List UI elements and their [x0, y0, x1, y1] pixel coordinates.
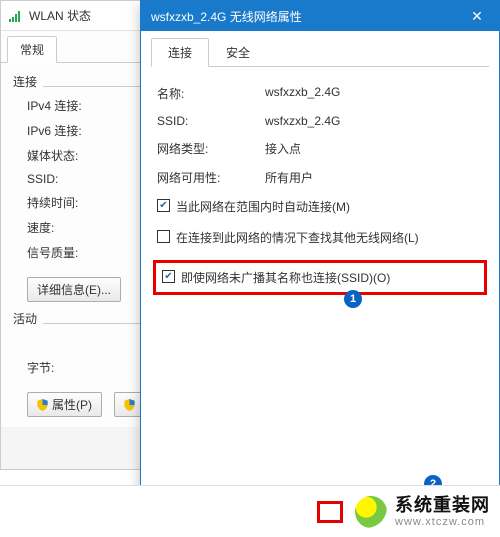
checkbox-hiddenssid[interactable] [162, 270, 175, 283]
label-media: 媒体状态: [27, 147, 103, 164]
watermark-logo-icon [355, 496, 387, 528]
shield-icon [124, 399, 135, 411]
prop-nettype-value: 接入点 [265, 140, 301, 157]
wireless-properties-title: wsfxzxb_2.4G 无线网络属性 [151, 8, 302, 25]
details-button[interactable]: 详细信息(E)... [27, 277, 121, 302]
watermark-bar: 系统重装网 www.xtczw.com [0, 485, 500, 537]
shield-icon [37, 399, 48, 411]
prop-availability: 网络可用性: 所有用户 [157, 169, 483, 186]
watermark-text: 系统重装网 www.xtczw.com [395, 495, 490, 528]
label-ipv4: IPv4 连接: [27, 97, 103, 114]
prop-name-value: wsfxzxb_2.4G [265, 85, 340, 102]
label-ssid: SSID: [27, 172, 103, 186]
prop-name-label: 名称: [157, 85, 265, 102]
checkbox-autoconnect-label: 当此网络在范围内时自动连接(M) [176, 198, 350, 215]
tab-connection[interactable]: 连接 [151, 38, 209, 67]
prop-availability-label: 网络可用性: [157, 169, 265, 186]
close-icon: ✕ [471, 8, 483, 25]
tab-security[interactable]: 安全 [209, 38, 267, 67]
checkbox-lookother[interactable] [157, 230, 170, 243]
prop-name: 名称: wsfxzxb_2.4G [157, 85, 483, 102]
checkbox-autoconnect-row[interactable]: 当此网络在范围内时自动连接(M) [157, 198, 483, 215]
checkbox-lookother-label: 在连接到此网络的情况下查找其他无线网络(L) [176, 229, 419, 246]
label-signal: 信号质量: [27, 244, 103, 261]
prop-ssid: SSID: wsfxzxb_2.4G [157, 114, 483, 128]
prop-nettype: 网络类型: 接入点 [157, 140, 483, 157]
prop-availability-value: 所有用户 [265, 169, 313, 186]
label-duration: 持续时间: [27, 194, 103, 211]
wlan-status-title: WLAN 状态 [29, 7, 91, 24]
watermark-main: 系统重装网 [395, 495, 490, 516]
wireless-properties-body: 连接 安全 名称: wsfxzxb_2.4G SSID: wsfxzxb_2.4… [141, 31, 499, 311]
checkbox-hiddenssid-label: 即使网络未广播其名称也连接(SSID)(O) [181, 269, 390, 286]
watermark-sub: www.xtczw.com [395, 516, 490, 529]
label-speed: 速度: [27, 219, 103, 236]
wireless-properties-window: wsfxzxb_2.4G 无线网络属性 ✕ 连接 安全 名称: wsfxzxb_… [140, 0, 500, 528]
checkbox-hiddenssid-row[interactable]: 即使网络未广播其名称也连接(SSID)(O) [162, 269, 478, 286]
label-bytes: 字节: [27, 359, 103, 376]
checkbox-lookother-row[interactable]: 在连接到此网络的情况下查找其他无线网络(L) [157, 229, 483, 246]
prop-nettype-label: 网络类型: [157, 140, 265, 157]
properties-button-label: 属性(P) [52, 396, 92, 413]
properties-button[interactable]: 属性(P) [27, 392, 102, 417]
label-ipv6: IPv6 连接: [27, 122, 103, 139]
checkbox-autoconnect[interactable] [157, 199, 170, 212]
wireless-properties-titlebar: wsfxzxb_2.4G 无线网络属性 ✕ [141, 1, 499, 31]
prop-ssid-label: SSID: [157, 114, 265, 128]
annotation-badge-1: 1 [344, 290, 362, 308]
wireless-properties-tabs: 连接 安全 [151, 37, 489, 67]
tab-general[interactable]: 常规 [7, 36, 57, 63]
prop-ssid-value: wsfxzxb_2.4G [265, 114, 340, 128]
details-button-label: 详细信息(E)... [37, 281, 111, 298]
wifi-signal-icon [9, 10, 23, 22]
watermark-red-box [317, 501, 343, 523]
highlight-box: 即使网络未广播其名称也连接(SSID)(O) [153, 260, 487, 295]
close-button[interactable]: ✕ [455, 1, 499, 31]
